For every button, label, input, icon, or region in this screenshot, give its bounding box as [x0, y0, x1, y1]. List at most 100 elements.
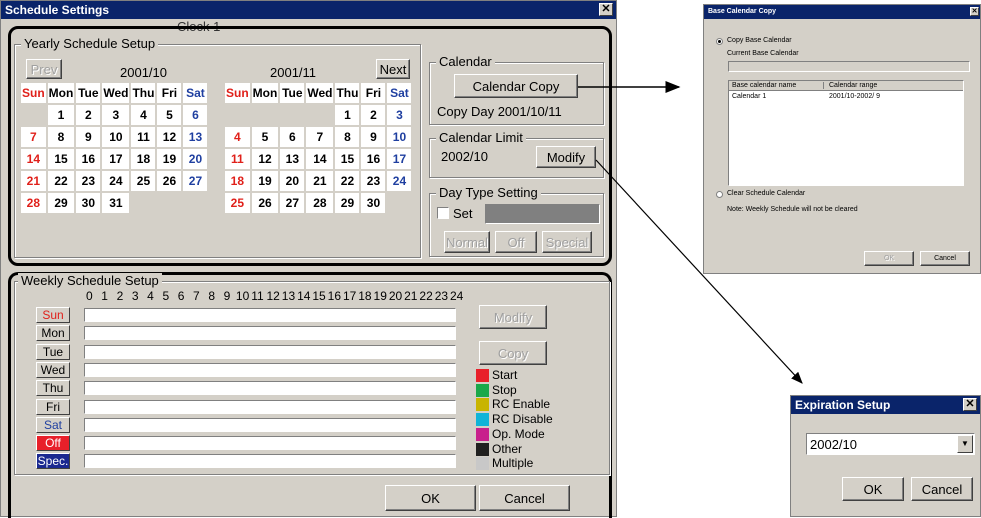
calendar-day[interactable]: 4: [131, 105, 156, 125]
calendar-day[interactable]: 6: [280, 127, 305, 147]
weekly-modify-button[interactable]: Modify: [479, 305, 547, 329]
calendar-day[interactable]: 9: [361, 127, 386, 147]
ok-button[interactable]: OK: [385, 485, 476, 511]
calendar-day[interactable]: 4: [225, 127, 250, 147]
close-icon[interactable]: ✕: [963, 398, 977, 411]
calendar-day[interactable]: 14: [306, 149, 334, 169]
list-row-range[interactable]: 2001/10-2002/ 9: [829, 93, 880, 100]
calendar-day[interactable]: 2: [76, 105, 101, 125]
schedule-bar[interactable]: [84, 381, 456, 396]
schedule-bar[interactable]: [84, 436, 456, 451]
copy-base-radio[interactable]: [716, 38, 723, 45]
schedule-bar[interactable]: [84, 454, 456, 469]
calendar-day[interactable]: 13: [183, 127, 208, 147]
calendar-day[interactable]: 30: [361, 193, 386, 213]
calendar-day[interactable]: 23: [76, 171, 101, 191]
calendar-day[interactable]: 17: [387, 149, 412, 169]
calendar-day[interactable]: 31: [102, 193, 130, 213]
calendar-day[interactable]: 1: [47, 105, 75, 125]
expiration-select[interactable]: 2002/10 ▼: [806, 433, 975, 455]
normal-button[interactable]: Normal: [444, 231, 490, 253]
calendar-day[interactable]: 26: [157, 171, 182, 191]
calendar-day[interactable]: 15: [335, 149, 360, 169]
calendar-day[interactable]: 14: [21, 149, 46, 169]
calendar-day[interactable]: 11: [131, 127, 156, 147]
calendar-day[interactable]: 10: [387, 127, 412, 147]
list-row-name[interactable]: Calendar 1: [732, 93, 766, 100]
clear-schedule-radio[interactable]: [716, 191, 723, 198]
weekly-copy-button[interactable]: Copy: [479, 341, 547, 365]
calendar-day[interactable]: 22: [335, 171, 360, 191]
calendar-copy-button[interactable]: Calendar Copy: [454, 74, 578, 98]
calendar-day[interactable]: 27: [183, 171, 208, 191]
weekday-button[interactable]: Tue: [36, 343, 70, 360]
schedule-bar[interactable]: [84, 308, 456, 322]
chevron-down-icon[interactable]: ▼: [957, 435, 973, 453]
calendar-day[interactable]: 20: [183, 149, 208, 169]
calendar-day[interactable]: 16: [76, 149, 101, 169]
weekday-button[interactable]: Fri: [36, 398, 70, 415]
expiration-cancel-button[interactable]: Cancel: [911, 477, 973, 501]
cancel-button[interactable]: Cancel: [479, 485, 570, 511]
schedule-bar[interactable]: [84, 362, 456, 377]
calendar-day[interactable]: 17: [102, 149, 130, 169]
calendar-day[interactable]: 30: [76, 193, 101, 213]
weekday-button[interactable]: Sat: [36, 416, 70, 433]
calendar-day[interactable]: 19: [157, 149, 182, 169]
calendar-day[interactable]: 8: [47, 127, 75, 147]
calendar-day[interactable]: 7: [306, 127, 334, 147]
calendar-day[interactable]: 16: [361, 149, 386, 169]
calendar-day[interactable]: 6: [183, 105, 208, 125]
schedule-bar[interactable]: [84, 399, 456, 414]
weekday-button[interactable]: Sun: [36, 307, 70, 323]
calendar-day[interactable]: 2: [361, 105, 386, 125]
calendar-day[interactable]: 12: [157, 127, 182, 147]
calendar-day[interactable]: 23: [361, 171, 386, 191]
calendar-day[interactable]: 10: [102, 127, 130, 147]
calendar-day[interactable]: 3: [387, 105, 412, 125]
calendar-day[interactable]: 28: [306, 193, 334, 213]
calendar-day[interactable]: 28: [21, 193, 46, 213]
calendar-day[interactable]: 29: [335, 193, 360, 213]
weekday-button[interactable]: Mon: [36, 325, 70, 342]
limit-modify-button[interactable]: Modify: [536, 146, 596, 168]
calendar-day[interactable]: 3: [102, 105, 130, 125]
calendar-day[interactable]: 24: [387, 171, 412, 191]
schedule-bar[interactable]: [84, 326, 456, 341]
calendar-day[interactable]: 12: [251, 149, 279, 169]
calendar-day[interactable]: 21: [21, 171, 46, 191]
calendar-day[interactable]: 18: [225, 171, 250, 191]
prev-button[interactable]: Prev: [26, 59, 62, 79]
schedule-bar[interactable]: [84, 344, 456, 359]
close-icon[interactable]: ✕: [970, 7, 979, 16]
calendar-day[interactable]: 1: [335, 105, 360, 125]
calendar-day[interactable]: 5: [251, 127, 279, 147]
calendar-day[interactable]: 8: [335, 127, 360, 147]
calendar-day[interactable]: 9: [76, 127, 101, 147]
calendar-day[interactable]: 13: [280, 149, 305, 169]
calendar-day[interactable]: 20: [280, 171, 305, 191]
set-checkbox[interactable]: [437, 207, 449, 219]
base-ok-button[interactable]: OK: [864, 251, 914, 266]
calendar-day[interactable]: 11: [225, 149, 250, 169]
calendar-day[interactable]: 25: [131, 171, 156, 191]
weekday-button[interactable]: Off: [36, 435, 70, 452]
expiration-ok-button[interactable]: OK: [842, 477, 904, 501]
calendar-day[interactable]: 5: [157, 105, 182, 125]
weekday-button[interactable]: Spec.: [36, 453, 70, 470]
next-button[interactable]: Next: [376, 59, 410, 79]
calendar-day[interactable]: 19: [251, 171, 279, 191]
special-button[interactable]: Special: [542, 231, 592, 253]
weekday-button[interactable]: Wed: [36, 361, 70, 378]
calendar-day[interactable]: 27: [280, 193, 305, 213]
calendar-day[interactable]: 15: [47, 149, 75, 169]
base-cancel-button[interactable]: Cancel: [920, 251, 970, 266]
weekday-button[interactable]: Thu: [36, 380, 70, 397]
off-button[interactable]: Off: [495, 231, 537, 253]
calendar-day[interactable]: 21: [306, 171, 334, 191]
calendar-day[interactable]: 24: [102, 171, 130, 191]
calendar-day[interactable]: 29: [47, 193, 75, 213]
close-icon[interactable]: ✕: [599, 3, 613, 16]
calendar-day[interactable]: 18: [131, 149, 156, 169]
calendar-day[interactable]: 7: [21, 127, 46, 147]
